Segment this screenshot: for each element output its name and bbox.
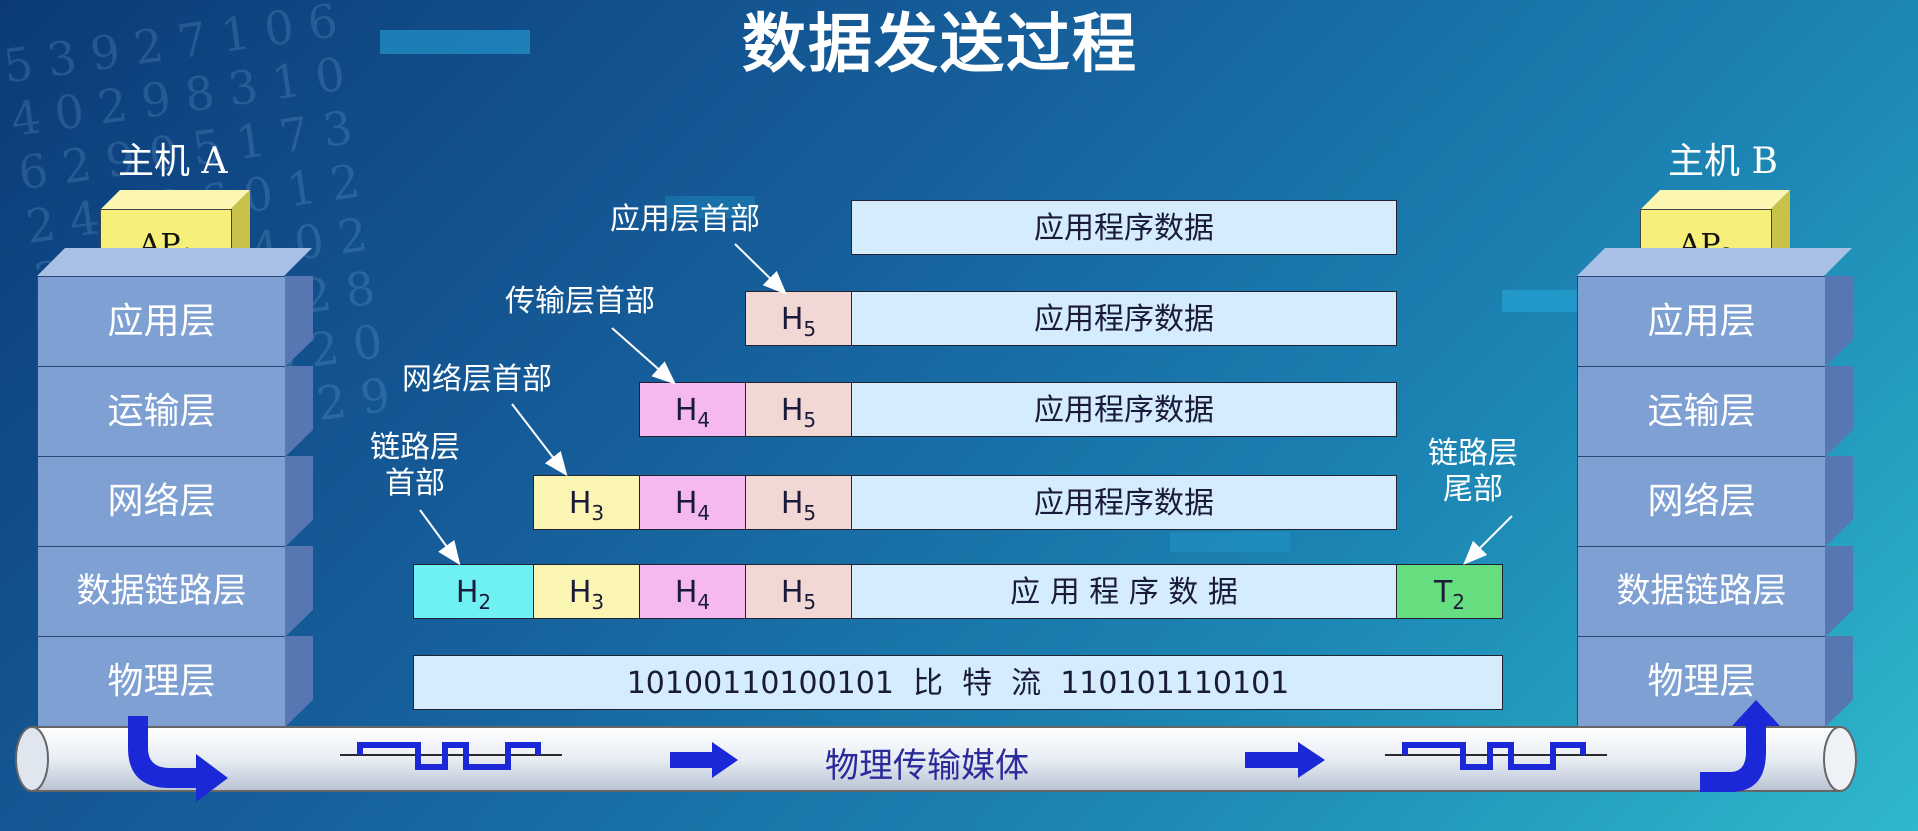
physical-medium-label: 物理传输媒体 — [825, 746, 1029, 786]
pointer-link-header — [419, 509, 461, 566]
pointer-link-trailer — [1463, 515, 1513, 565]
pointer-transport-header — [611, 327, 676, 385]
pointer-app-header — [734, 243, 787, 295]
diagram-overlay — [15, 243, 1857, 802]
pointer-network-header — [511, 403, 568, 477]
